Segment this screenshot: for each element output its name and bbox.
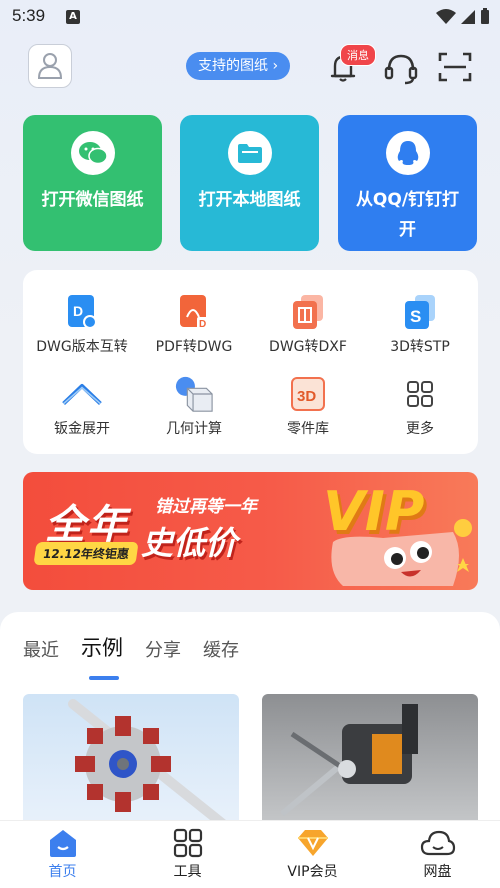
folder-icon — [227, 131, 272, 175]
tool-geometry-calc[interactable]: 几何计算 — [137, 374, 251, 438]
tool-label: 3D转STP — [390, 339, 450, 355]
headset-icon[interactable] — [383, 50, 419, 86]
avatar[interactable] — [28, 44, 72, 88]
example-thumbnail-engine[interactable] — [23, 694, 239, 834]
pdf-icon: D — [174, 292, 214, 332]
geometry-icon — [174, 374, 214, 414]
nav-label: 网盘 — [423, 864, 452, 880]
open-local-drawing-label: 打开本地图纸 — [198, 190, 301, 210]
user-icon — [37, 53, 63, 79]
open-wechat-drawing-card[interactable]: 打开微信图纸 — [23, 115, 162, 251]
bottom-nav: 首页 工具 VIP会员 网盘 — [0, 820, 500, 888]
stp-icon: S — [400, 292, 440, 332]
grid-icon — [400, 374, 440, 414]
qq-icon — [385, 131, 430, 175]
tool-parts-library[interactable]: 3D 零件库 — [251, 374, 365, 438]
tool-more[interactable]: 更多 — [363, 374, 477, 438]
tools-panel: D DWG版本互转 D PDF转DWG DWG转DXF S 3D转STP 钣金展… — [23, 270, 478, 454]
tab-recent[interactable]: 最近 — [23, 636, 59, 662]
scan-icon[interactable] — [438, 52, 472, 82]
wifi-icon — [436, 8, 456, 24]
status-icons — [436, 8, 490, 25]
notification-icon: A — [66, 10, 80, 24]
tool-label: DWG版本互转 — [36, 339, 128, 355]
tab-cache[interactable]: 缓存 — [203, 636, 239, 662]
tool-label: 零件库 — [287, 421, 329, 437]
banner-lowest-price: 史低价 — [141, 524, 238, 562]
header: 支持的图纸 › 消息 — [0, 44, 500, 88]
svg-text:D: D — [73, 303, 83, 319]
tab-examples[interactable]: 示例 — [81, 632, 123, 680]
wechat-icon — [70, 131, 115, 175]
tools-grid-icon — [170, 827, 206, 859]
tool-label: 更多 — [406, 421, 434, 437]
file-tabs: 最近 示例 分享 缓存 — [23, 632, 239, 680]
tool-label: 几何计算 — [166, 421, 222, 437]
diamond-icon — [295, 827, 331, 859]
tool-dwg-version-convert[interactable]: D DWG版本互转 — [25, 292, 139, 356]
parts-3d-icon: 3D — [288, 374, 328, 414]
mechanism-model-image — [280, 704, 418, 817]
open-wechat-drawing-label: 打开微信图纸 — [41, 190, 144, 210]
sheet-metal-icon — [62, 374, 102, 414]
svg-text:S: S — [410, 307, 421, 326]
vip-promo-banner[interactable]: 全年 错过再等一年 史低价 12.12年终钜惠 VIP — [23, 472, 478, 590]
message-badge[interactable]: 消息 — [340, 44, 376, 66]
banner-tag: 12.12年终钜惠 — [33, 542, 139, 565]
nav-label: 工具 — [173, 864, 202, 880]
status-bar: 5:39 A — [0, 0, 500, 34]
tool-3d-to-stp[interactable]: S 3D转STP — [363, 292, 477, 356]
status-time: 5:39 — [12, 6, 46, 25]
nav-label: 首页 — [48, 864, 77, 880]
dxf-icon — [288, 292, 328, 332]
tool-sheet-metal-unfold[interactable]: 钣金展开 — [25, 374, 139, 438]
home-icon — [45, 827, 81, 859]
open-local-drawing-card[interactable]: 打开本地图纸 — [180, 115, 319, 251]
tool-pdf-to-dwg[interactable]: D PDF转DWG — [137, 292, 251, 356]
radial-engine-model-image — [68, 699, 228, 829]
nav-cloud-drive[interactable]: 网盘 — [375, 821, 500, 888]
nav-vip[interactable]: VIP会员 — [250, 821, 375, 888]
battery-icon — [481, 8, 489, 24]
dwg-convert-icon: D — [62, 292, 102, 332]
nav-home[interactable]: 首页 — [0, 821, 125, 888]
mascot-illustration — [331, 519, 472, 586]
supported-drawings-button[interactable]: 支持的图纸 › — [186, 52, 291, 80]
svg-text:D: D — [199, 319, 206, 330]
tool-label: PDF转DWG — [155, 339, 233, 355]
nav-tools[interactable]: 工具 — [125, 821, 250, 888]
tool-label: 钣金展开 — [54, 421, 110, 437]
tab-shared[interactable]: 分享 — [145, 636, 181, 662]
cloud-icon — [420, 827, 456, 859]
open-from-qq-dingtalk-card[interactable]: 从QQ/钉钉打开 — [338, 115, 477, 251]
svg-text:3D: 3D — [297, 388, 316, 405]
tool-dwg-to-dxf[interactable]: DWG转DXF — [251, 292, 365, 356]
signal-icon — [461, 9, 475, 24]
open-from-qq-dingtalk-label: 从QQ/钉钉打开 — [355, 190, 460, 240]
nav-label: VIP会员 — [287, 864, 338, 880]
tool-label: DWG转DXF — [269, 339, 347, 355]
banner-subline: 错过再等一年 — [155, 497, 257, 517]
example-thumbnail-mechanism[interactable] — [262, 694, 478, 834]
